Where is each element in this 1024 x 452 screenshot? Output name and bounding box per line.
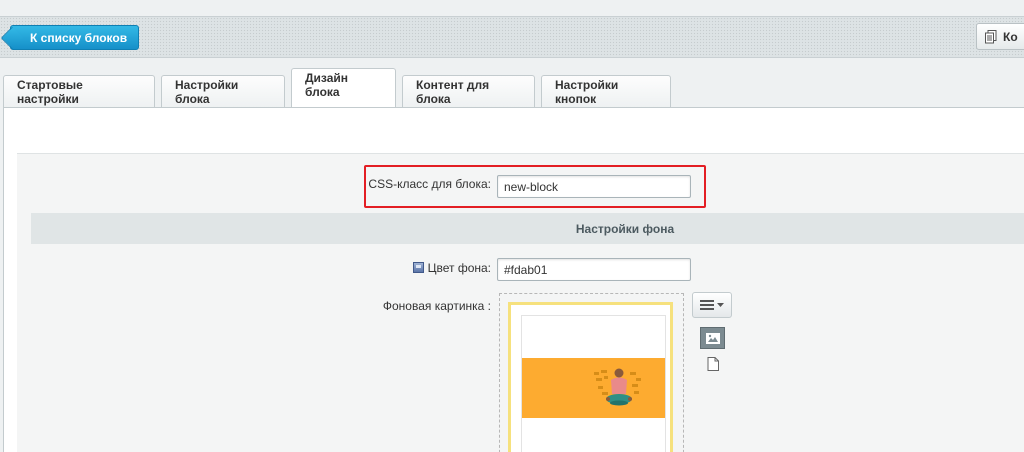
- css-class-input[interactable]: [497, 175, 691, 198]
- image-options-menu-button[interactable]: [692, 292, 732, 318]
- help-icon[interactable]: [412, 262, 424, 273]
- bg-color-label: Цвет фона:: [427, 261, 491, 275]
- bg-color-input[interactable]: [497, 258, 691, 281]
- tab-start-settings[interactable]: Стартовые настройки: [3, 75, 155, 108]
- back-to-blocks-label: К списку блоков: [30, 30, 128, 45]
- back-to-blocks-button[interactable]: К списку блоков: [10, 25, 139, 50]
- image-preview[interactable]: [508, 302, 673, 452]
- copy-icon: [985, 29, 997, 43]
- tab-block-content[interactable]: Контент для блока: [402, 75, 535, 108]
- file-icon[interactable]: [707, 357, 719, 371]
- top-toolbar: К списку блоков Ко: [0, 16, 1024, 58]
- caret-down-icon: [717, 302, 724, 307]
- background-settings-title: Настройки фона: [575, 221, 675, 236]
- bg-image-label: Фоновая картинка :: [382, 299, 491, 313]
- bg-color-label-row: Цвет фона:: [380, 261, 491, 275]
- image-library-button[interactable]: [700, 327, 725, 349]
- image-preview-inner: [521, 315, 666, 452]
- hamburger-menu-icon: [700, 300, 714, 310]
- banner-illustration: [594, 368, 641, 406]
- banner-image: [522, 358, 665, 418]
- tab-block-design[interactable]: Дизайн блока: [291, 68, 396, 108]
- css-class-label: CSS-класс для блока:: [368, 177, 491, 191]
- toolbar-right-button[interactable]: Ко: [976, 23, 1024, 50]
- tab-button-settings[interactable]: Настройки кнопок: [541, 75, 671, 108]
- tab-bar: Стартовые настройки Настройки блока Диза…: [3, 68, 677, 108]
- background-settings-header: Настройки фона: [31, 213, 1024, 244]
- image-icon: [705, 332, 720, 344]
- toolbar-right-label: Ко: [1003, 29, 1018, 44]
- tab-block-settings[interactable]: Настройки блока: [161, 75, 285, 108]
